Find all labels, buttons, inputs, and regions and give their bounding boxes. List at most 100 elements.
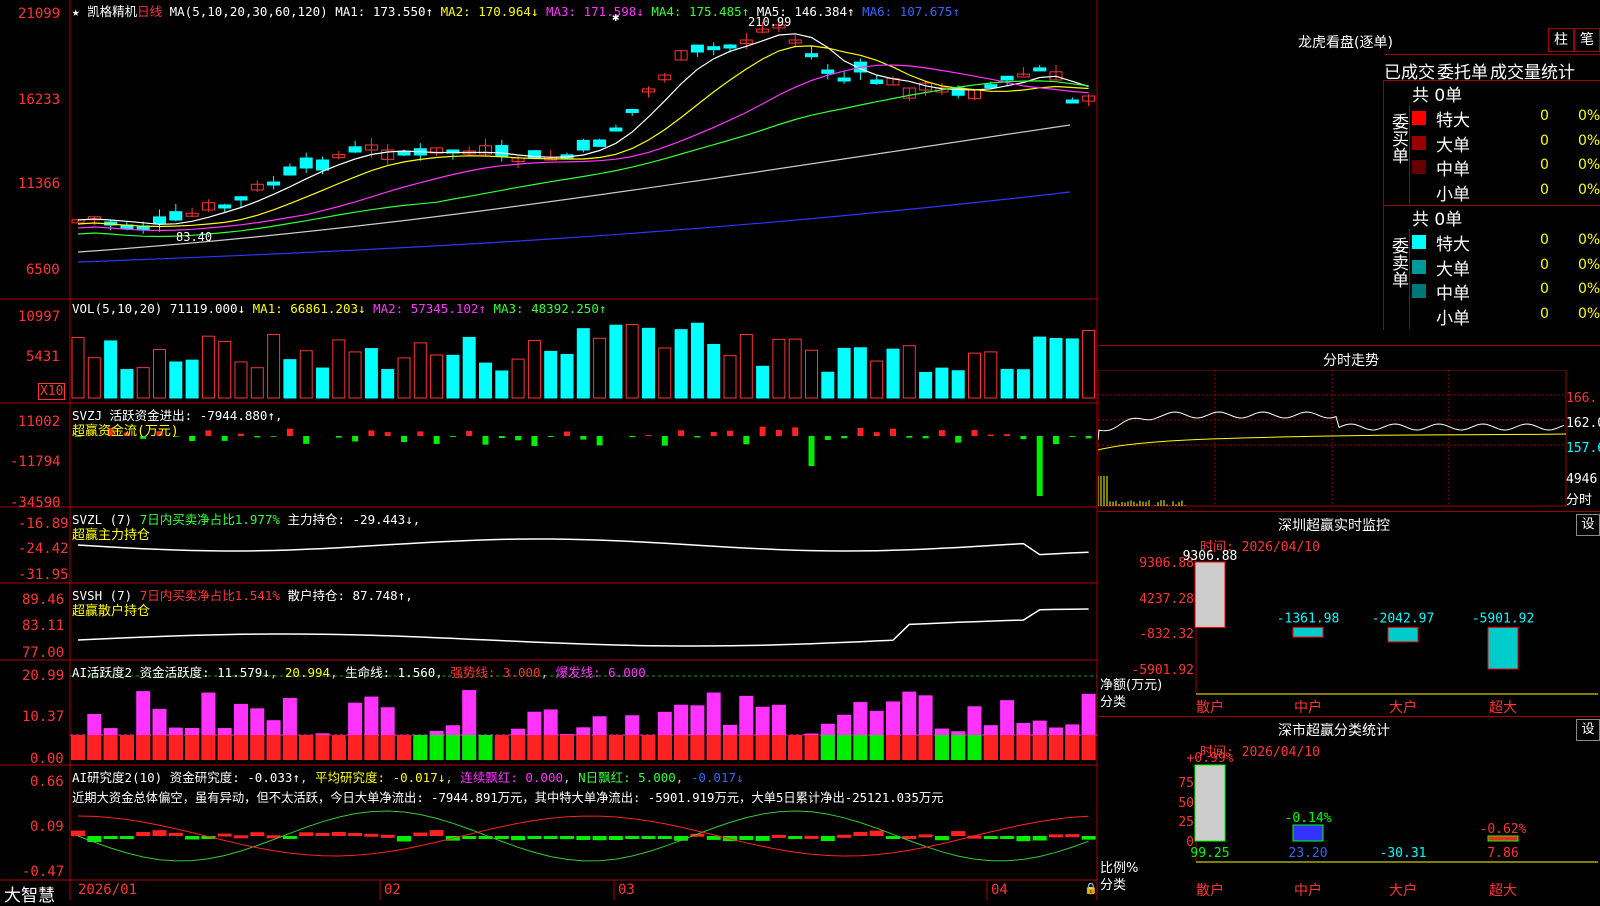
activity-base-bar <box>87 735 101 760</box>
ratio-change-label: -0.14% <box>1285 811 1332 826</box>
sz-class-axis-label: 50 <box>1178 796 1194 811</box>
sell-side-label-box: 委卖单 <box>1384 229 1410 329</box>
activity-base-bar <box>479 735 493 760</box>
color-swatch-icon <box>1412 309 1426 323</box>
ai-research-v1: 资金研究度: -0.033↑ <box>170 770 300 785</box>
sell-row-count: 0 <box>1540 257 1549 273</box>
activity-base-bar <box>739 735 753 760</box>
fund-flow-bar <box>483 436 489 445</box>
price-axis-label: 11366 <box>18 176 60 192</box>
svzl-ratio: 7日内买卖净占比1.977% <box>140 512 280 527</box>
sell-row: 小单00% <box>1412 303 1600 327</box>
lock-icon[interactable]: 🔒 <box>1084 882 1098 895</box>
buy-row-name: 中单 <box>1436 155 1470 180</box>
activity-base-bar <box>609 735 623 760</box>
activity-base-bar <box>870 735 884 760</box>
research-bar <box>853 832 867 836</box>
color-swatch-icon <box>1412 136 1426 150</box>
volume-bar <box>186 360 198 398</box>
fund-flow-bar <box>352 436 358 442</box>
intraday-panel[interactable]: 分时走势 166. 162.0 157.6 4946 分时 <box>1098 345 1600 511</box>
low-price-marker: 83.40 <box>176 230 212 244</box>
activity-base-bar <box>968 735 982 760</box>
price-axis-label: 16233 <box>18 92 60 108</box>
intraday-unit: 分时 <box>1566 489 1592 508</box>
activity-base-bar <box>364 735 378 760</box>
dragon-title: 龙虎看盘(逐单) <box>1298 32 1393 52</box>
candle-body <box>626 110 638 113</box>
fund-flow-bar <box>515 436 521 440</box>
net-flow-value: -2042.97 <box>1372 611 1435 626</box>
ma-line <box>78 46 1089 227</box>
volume-bar <box>317 368 329 398</box>
main-chart-canvas[interactable] <box>0 0 1098 900</box>
svzj-axis: 11002 <box>18 414 60 430</box>
column-toggle-button[interactable]: 柱 <box>1548 28 1574 52</box>
research-bar <box>87 836 101 842</box>
buy-row: 特大00% <box>1412 105 1600 129</box>
research-bar <box>316 833 330 836</box>
activity-base-bar <box>707 735 721 760</box>
ai-active-axis: 20.99 <box>22 668 64 684</box>
volume-bar <box>985 352 997 398</box>
intraday-chart[interactable] <box>1098 370 1600 510</box>
candle-body <box>822 70 834 73</box>
activity-base-bar <box>935 735 949 760</box>
buy-row-count: 0 <box>1540 182 1549 198</box>
period-label[interactable]: 日线 <box>137 4 162 19</box>
activity-base-bar <box>1049 735 1063 760</box>
sell-total: 共 0单 <box>1412 205 1462 230</box>
activity-base-bar <box>120 735 134 760</box>
activity-base-bar <box>169 735 183 760</box>
research-bar <box>951 831 965 836</box>
research-bar <box>1065 834 1079 837</box>
volume-bar <box>773 339 785 398</box>
volume-bar <box>626 325 638 398</box>
candle-body <box>349 147 361 152</box>
research-bar <box>609 836 623 840</box>
activity-base-bar <box>658 735 672 760</box>
date-axis-label: 04 <box>991 882 1008 898</box>
volume-bar <box>643 328 655 398</box>
buy-total: 共 0单 <box>1412 81 1462 106</box>
svzl-axis: -24.42 <box>18 541 69 557</box>
research-bar <box>1033 836 1047 841</box>
research-bar <box>413 833 427 836</box>
research-bar <box>642 836 656 839</box>
svzj-axis: -11794 <box>10 454 61 470</box>
activity-base-bar <box>951 735 965 760</box>
fund-flow-bar <box>694 436 700 437</box>
candle-body <box>1001 76 1013 80</box>
sell-row-name: 中单 <box>1436 279 1470 304</box>
candle-body <box>154 217 166 224</box>
fund-flow-bar <box>662 436 668 446</box>
activity-base-bar <box>756 735 770 760</box>
sz-monitor-chart: 9306.884237.28-832.32-5901.929306.88散户-1… <box>1098 512 1600 716</box>
research-bar <box>185 836 199 839</box>
ai-active-v3: 生命线: 1.560 <box>345 665 435 680</box>
fund-flow-bar <box>776 430 782 436</box>
fund-flow-bar <box>385 432 391 436</box>
research-bar <box>739 836 753 840</box>
volume-bar <box>969 353 981 398</box>
activity-base-bar <box>902 735 916 760</box>
vol-ma3: MA3: 48392.250↑ <box>493 301 606 316</box>
activity-base-bar <box>71 735 85 760</box>
fund-flow-bar <box>254 436 260 437</box>
sell-row: 大单00% <box>1412 254 1600 278</box>
stroke-toggle-button[interactable]: 笔 <box>1574 28 1600 52</box>
activity-base-bar <box>593 735 607 760</box>
buy-row-percent: 0% <box>1578 133 1600 149</box>
fund-flow-bar <box>972 430 978 436</box>
main-chart-area[interactable]: 21099 16233 11366 6500 ★ 凯格精机日线 MA(5,10,… <box>0 0 1098 900</box>
volume-bar <box>105 341 117 398</box>
svzl-axis: -31.95 <box>18 567 69 583</box>
research-bar <box>870 831 884 836</box>
sell-row-count: 0 <box>1540 281 1549 297</box>
sell-side-label: 委卖单 <box>1386 237 1411 288</box>
volume-bar <box>121 370 133 398</box>
buy-side-label-box: 委买单 <box>1384 105 1410 205</box>
research-bar <box>772 835 786 838</box>
fund-flow-bar <box>548 436 554 437</box>
dragon-tabs: 已成交 委托单 成交量统计 <box>1384 54 1600 81</box>
